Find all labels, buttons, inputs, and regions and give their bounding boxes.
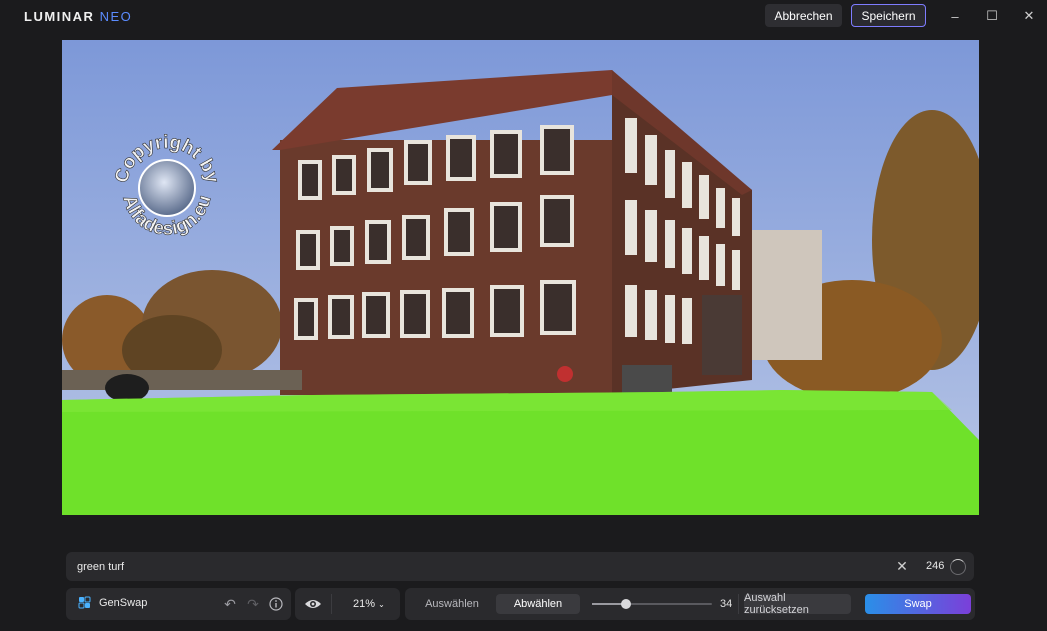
divider: [331, 594, 332, 614]
prompt-bar: ✕ 246: [66, 552, 974, 581]
brush-size-value: 34: [720, 598, 733, 610]
info-icon[interactable]: [268, 596, 284, 612]
clear-icon[interactable]: ✕: [892, 556, 912, 576]
reset-selection-button[interactable]: Auswahl zurücksetzen: [744, 592, 851, 616]
cancel-button[interactable]: Abbrechen: [765, 4, 842, 27]
maximize-icon[interactable]: ☐: [980, 6, 1004, 26]
undo-icon[interactable]: ↶: [222, 596, 238, 612]
prompt-input[interactable]: [66, 552, 886, 581]
brush-size-slider[interactable]: [592, 599, 712, 609]
genswap-icon: [78, 596, 91, 609]
progress-spinner-icon: [950, 559, 966, 575]
close-icon[interactable]: ✕: [1017, 6, 1041, 26]
divider: [738, 594, 739, 614]
tool-label: GenSwap: [99, 596, 148, 609]
tool-panel: GenSwap ↶ ↷: [66, 588, 291, 620]
zoom-select[interactable]: 21% ⌄: [353, 598, 385, 610]
photo-canvas[interactable]: Copyright by Alfadesign.eu: [62, 40, 979, 515]
photo-image: Copyright by Alfadesign.eu: [62, 40, 979, 515]
save-button[interactable]: Speichern: [851, 4, 926, 27]
minimize-icon[interactable]: –: [943, 6, 967, 26]
redo-icon[interactable]: ↷: [245, 596, 261, 612]
swap-button[interactable]: Swap: [865, 594, 971, 614]
app-logo: LUMINAR NEO: [24, 9, 133, 24]
deselect-mode-tab[interactable]: Abwählen: [496, 594, 580, 614]
chevron-down-icon: ⌄: [378, 600, 385, 609]
view-panel: 21% ⌄: [295, 588, 400, 620]
select-mode-tab[interactable]: Auswählen: [413, 594, 491, 614]
eye-icon[interactable]: [304, 596, 322, 612]
mask-toolbar: Auswählen Abwählen 34 Auswahl zurücksetz…: [405, 588, 975, 620]
slider-handle[interactable]: [620, 599, 631, 609]
title-bar: LUMINAR NEO Abbrechen Speichern – ☐ ✕: [0, 0, 1047, 32]
tool-name: GenSwap: [78, 596, 147, 609]
prompt-count: 246: [926, 560, 945, 572]
